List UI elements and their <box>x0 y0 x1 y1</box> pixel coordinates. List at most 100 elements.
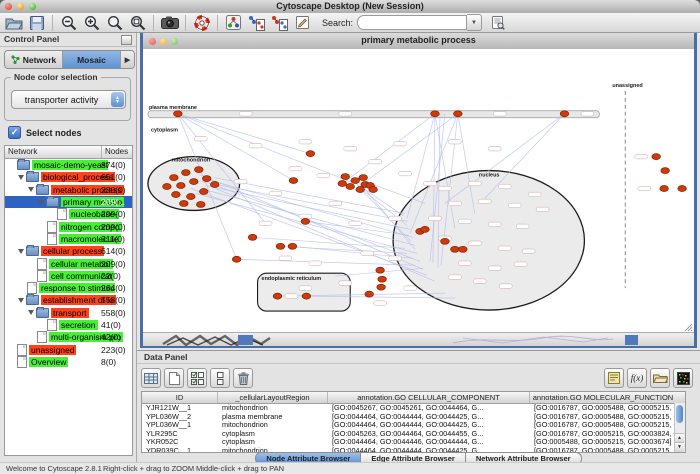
table-cell[interactable]: [GO:0016787, GO:0005488, GO:0005215, G..… <box>530 404 676 413</box>
network-node[interactable] <box>441 238 450 244</box>
network-node[interactable] <box>172 191 181 197</box>
table-cell[interactable]: [GO:0045267, GO:0045261, GO:0044464, G..… <box>328 404 530 413</box>
table-column-header[interactable]: ID <box>142 392 218 403</box>
tree-row[interactable]: metabolic process280(0) <box>5 184 132 196</box>
network-edge[interactable] <box>237 259 415 265</box>
tree-row[interactable]: mosaic-demo-yeast874(0) <box>5 159 132 171</box>
network-node[interactable] <box>174 111 183 117</box>
open-session-icon[interactable] <box>3 14 24 32</box>
delete-attribute-trash-icon[interactable] <box>233 368 253 388</box>
disclosure-triangle-icon[interactable] <box>28 310 34 315</box>
tree-row[interactable]: multi-organism pro42(0) <box>5 331 132 343</box>
snapshot-camera-icon[interactable] <box>159 14 180 32</box>
network-node[interactable] <box>678 186 687 192</box>
tree-row[interactable]: biological_process651(0) <box>5 171 132 183</box>
tree-row[interactable]: response to stimulu264(0) <box>5 282 132 294</box>
network-edge[interactable] <box>370 184 425 204</box>
table-cell[interactable]: [GO:0045263, GO:0044464, GO:0044455, G..… <box>328 430 530 439</box>
table-cell[interactable]: [GO:0044464, GO:0044444, GO:0044425, G..… <box>328 413 530 422</box>
network-node[interactable] <box>288 243 297 249</box>
network-node[interactable] <box>359 175 368 181</box>
tree-row[interactable]: primary metabo209(... <box>5 196 132 208</box>
search-dropdown-arrow[interactable]: ▼ <box>467 14 482 31</box>
network-node[interactable] <box>301 218 310 224</box>
copy-layout-icon[interactable] <box>246 14 267 32</box>
network-node[interactable] <box>341 174 350 180</box>
network-node[interactable] <box>378 276 387 282</box>
paste-layout-icon[interactable] <box>269 14 290 32</box>
network-node[interactable] <box>177 183 186 189</box>
save-session-icon[interactable] <box>26 14 47 32</box>
network-node[interactable] <box>232 256 241 262</box>
table-row[interactable]: YJR121W__1mitochondrion[GO:0045267, GO:0… <box>142 404 685 413</box>
network-node[interactable] <box>273 293 282 299</box>
scrollbar-thumb[interactable] <box>676 405 683 423</box>
network-node[interactable] <box>351 178 360 184</box>
network-node[interactable] <box>346 184 355 190</box>
network-node[interactable] <box>660 186 669 192</box>
network-node[interactable] <box>196 201 205 207</box>
network-node[interactable] <box>163 184 172 190</box>
tree-row[interactable]: cellular metabol209(0) <box>5 257 132 269</box>
tree-row[interactable]: nucleobase-209(0) <box>5 208 132 220</box>
table-cell[interactable]: [GO:0044464, GO:0044444, GO:0044425, G..… <box>328 421 530 430</box>
network-node[interactable] <box>199 189 208 195</box>
network-edge[interactable] <box>178 114 311 154</box>
function-builder-icon[interactable]: f(x) <box>627 368 647 388</box>
disclosure-triangle-icon[interactable] <box>18 249 24 254</box>
network-node[interactable] <box>454 111 463 117</box>
tree-row[interactable]: Overview8(0) <box>5 356 132 368</box>
table-cell[interactable]: YPL036W__2 <box>142 413 218 422</box>
tree-row[interactable]: cell communicat22(0) <box>5 270 132 282</box>
network-edge[interactable] <box>345 114 435 182</box>
network-node[interactable] <box>377 284 386 290</box>
network-node[interactable] <box>365 291 374 297</box>
scroll-down-icon[interactable]: ▼ <box>675 442 684 452</box>
zoom-out-icon[interactable] <box>58 14 79 32</box>
select-nodes-checkbox[interactable]: ✓ <box>8 126 21 139</box>
table-cell[interactable]: [GO:0016787, GO:0005488, GO:0005215, G..… <box>530 421 676 430</box>
network-node[interactable] <box>248 234 257 240</box>
network-node[interactable] <box>356 187 365 193</box>
matrix-view-icon[interactable] <box>673 368 693 388</box>
disclosure-triangle-icon[interactable] <box>38 200 44 205</box>
attribute-table-icon[interactable] <box>141 368 161 388</box>
float-panel-icon[interactable] <box>121 35 132 45</box>
tab-mosaic[interactable]: Mosaic <box>63 51 120 68</box>
unselect-attributes-icon[interactable] <box>210 368 230 388</box>
tree-row[interactable]: secretion41(0) <box>5 319 132 331</box>
tab-network[interactable]: Network <box>5 51 63 68</box>
tree-row[interactable]: establishment of lo558(0) <box>5 294 132 306</box>
network-node[interactable] <box>289 178 298 184</box>
network-node[interactable] <box>202 176 211 182</box>
network-node[interactable] <box>652 154 661 160</box>
import-attributes-icon[interactable] <box>650 368 670 388</box>
table-row[interactable]: YPL036W__2plasma membrane[GO:0044464, GO… <box>142 413 685 422</box>
search-input[interactable] <box>357 15 467 30</box>
table-cell[interactable]: mitochondrion <box>218 421 328 430</box>
node-color-dropdown[interactable]: transporter activity ▲▼ <box>11 90 126 109</box>
attribute-form-icon[interactable] <box>604 368 624 388</box>
tab-overflow-arrow[interactable]: ▶ <box>120 51 134 68</box>
network-node[interactable] <box>451 246 460 252</box>
network-node[interactable] <box>338 181 347 187</box>
select-attributes-icon[interactable] <box>187 368 207 388</box>
table-column-header[interactable]: annotation.GO MOLECULAR_FUNCTION <box>530 392 676 403</box>
table-cell[interactable]: YJR121W__1 <box>142 404 218 413</box>
network-node[interactable] <box>421 226 430 232</box>
disclosure-triangle-icon[interactable] <box>28 187 34 192</box>
table-scrollbar[interactable]: ▲ ▼ <box>674 403 685 452</box>
network-node[interactable] <box>661 168 670 174</box>
table-cell[interactable]: [GO:0005488, GO:0005215, GO:0003674] <box>530 438 676 447</box>
network-edge[interactable] <box>198 174 423 270</box>
table-row[interactable]: YLR295Ccytoplasm[GO:0045263, GO:0044464,… <box>142 430 685 439</box>
network-node[interactable] <box>369 187 378 193</box>
network-node[interactable] <box>187 193 196 199</box>
resize-grip-icon[interactable] <box>684 323 693 332</box>
vizmapper-icon[interactable] <box>223 14 244 32</box>
table-row[interactable]: YPL036W__1mitochondrion[GO:0044464, GO:0… <box>142 421 685 430</box>
zoom-fit-icon[interactable] <box>127 14 148 32</box>
table-cell[interactable]: [GO:0016787, GO:0005215, GO:0003824, G..… <box>530 430 676 439</box>
network-overview-strip[interactable] <box>143 332 694 346</box>
tree-row[interactable]: unassigned223(0) <box>5 343 132 355</box>
